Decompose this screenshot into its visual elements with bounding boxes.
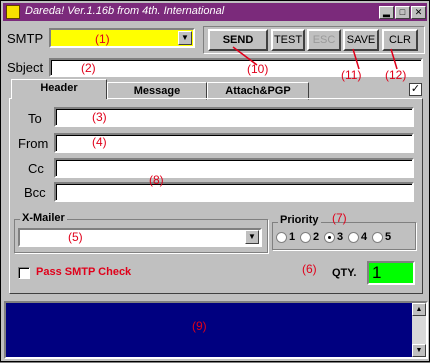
save-annotation: (11): [341, 68, 362, 82]
qty-input[interactable]: 1: [367, 261, 415, 285]
priority-option-label: 1: [289, 231, 296, 243]
tab-option-checkbox[interactable]: ✓: [409, 83, 422, 96]
priority-annotation: (7): [332, 211, 347, 225]
bcc-input[interactable]: [54, 182, 414, 202]
send-annotation: (10): [247, 62, 269, 76]
application-window: Dareda! Ver.1.16b from 4th. Internationa…: [0, 0, 430, 362]
priority-option-label: 3: [337, 231, 344, 243]
priority-radio-4[interactable]: [348, 232, 359, 243]
xmailer-annotation: (5): [68, 230, 83, 244]
header-fields-annotation: (8): [149, 173, 164, 187]
priority-radio-3[interactable]: [324, 232, 335, 243]
tab-header[interactable]: Header: [11, 79, 107, 99]
scroll-up-icon[interactable]: ▲: [412, 303, 426, 316]
to-input[interactable]: [54, 107, 414, 127]
priority-option-label: 5: [385, 231, 392, 243]
from-input[interactable]: [54, 133, 414, 153]
log-scrollbar[interactable]: ▲ ▼: [412, 303, 426, 357]
to-annotation: (3): [92, 110, 107, 124]
priority-radio-2[interactable]: [300, 232, 311, 243]
pass-smtp-label: Pass SMTP Check: [36, 266, 132, 278]
priority-option-label: 2: [313, 231, 320, 243]
log-area[interactable]: (9) ▲ ▼: [4, 301, 428, 359]
from-annotation: (4): [92, 135, 107, 149]
bcc-label: Bcc: [24, 185, 46, 200]
cc-input[interactable]: [54, 158, 414, 178]
chevron-down-icon[interactable]: ▼: [245, 230, 259, 244]
priority-radio-1[interactable]: [276, 232, 287, 243]
qty-value: 1: [372, 263, 382, 282]
qty-label: QTY.: [332, 267, 357, 279]
log-area-annotation: (9): [192, 319, 207, 333]
xmailer-select[interactable]: ▼: [18, 228, 262, 247]
qty-annotation: (6): [302, 262, 317, 276]
cc-label: Cc: [28, 161, 44, 176]
header-tab-panel: To (3) From (4) Cc Bcc (8) X-Mailer ▼ (5…: [9, 98, 423, 294]
clr-annotation: (12): [385, 68, 407, 82]
xmailer-label: X-Mailer: [20, 212, 67, 224]
from-label: From: [18, 136, 49, 151]
to-label: To: [28, 111, 42, 126]
priority-option-label: 4: [361, 231, 368, 243]
pass-smtp-checkbox[interactable]: [18, 267, 30, 279]
priority-radio-5[interactable]: [372, 232, 383, 243]
priority-label: Priority: [278, 214, 321, 226]
scroll-down-icon[interactable]: ▼: [412, 344, 426, 357]
